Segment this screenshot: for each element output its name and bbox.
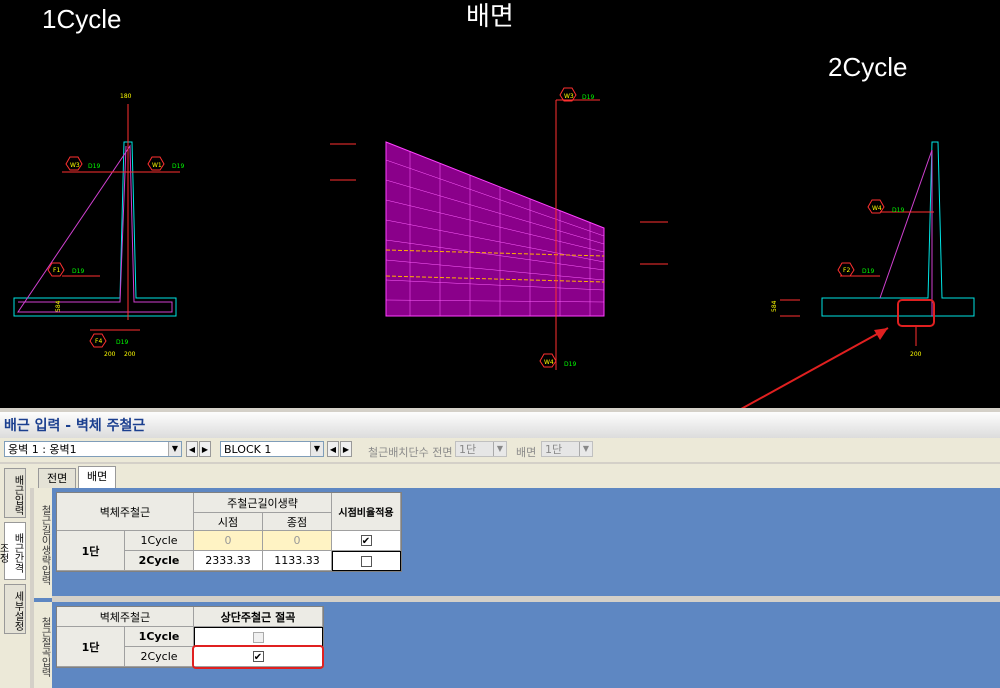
prev-wall-button[interactable]: ◀: [186, 441, 198, 457]
back-count-select[interactable]: 1단 ▼: [541, 441, 593, 457]
apply-checkbox-cell[interactable]: [332, 551, 401, 571]
col-main-header: 벽체주철근: [57, 607, 194, 627]
front-count-select[interactable]: 1단 ▼: [455, 441, 507, 457]
vtab-spacing[interactable]: 배근간격 조정: [0, 522, 26, 580]
svg-text:D19: D19: [862, 268, 874, 275]
divider: [52, 596, 1000, 602]
stage-label: 1단: [57, 531, 125, 571]
svg-text:F2: F2: [843, 267, 850, 274]
cad-highlight-box: [897, 299, 935, 327]
cad-viewport[interactable]: 1Cycle 배면 2Cycle 180 W3 D19 W1 D19 F1 D1…: [0, 0, 1000, 408]
checkbox[interactable]: [361, 555, 372, 567]
chevron-down-icon[interactable]: ▼: [579, 442, 592, 456]
svg-text:584: 584: [771, 300, 778, 312]
svg-text:W1: W1: [152, 162, 162, 169]
next-wall-button[interactable]: ▶: [199, 441, 211, 457]
col-main-header: 벽체주철근: [57, 493, 194, 531]
chevron-down-icon[interactable]: ▼: [493, 442, 506, 456]
next-block-button[interactable]: ▶: [340, 441, 352, 457]
chevron-down-icon[interactable]: ▼: [168, 442, 181, 456]
row-label: 2Cycle: [125, 647, 194, 667]
svg-text:W3: W3: [70, 162, 80, 169]
svg-text:D19: D19: [88, 163, 100, 170]
tab-front[interactable]: 전면: [38, 468, 77, 489]
length-omit-table: 벽체주철근 주철근길이생략 시점 종점 시점비율적용 1단 1Cycle 0 0…: [56, 492, 402, 572]
svg-text:D19: D19: [564, 361, 576, 368]
group-length-omit-label: 철근길이생략입력: [34, 488, 52, 598]
svg-text:W4: W4: [544, 359, 554, 366]
row-label: 2Cycle: [125, 551, 194, 571]
svg-text:D19: D19: [116, 339, 128, 346]
col-group-header: 주철근길이생략: [194, 493, 332, 513]
vertical-tabs: 배근입력 배근간격 조정 세부설정: [0, 464, 30, 688]
panel-title-bar: 배근 입력 - 벽체 주철근: [0, 412, 1000, 439]
svg-text:W3: W3: [564, 93, 574, 100]
svg-text:W4: W4: [872, 205, 882, 212]
apply-checkbox-cell[interactable]: ✔: [332, 531, 401, 551]
svg-text:D19: D19: [892, 207, 904, 214]
svg-text:200: 200: [910, 351, 922, 358]
bend-checkbox-cell[interactable]: [194, 627, 323, 647]
back-count-label: 배면: [516, 446, 537, 459]
block-select[interactable]: BLOCK 1 ▼: [220, 441, 324, 457]
end-input[interactable]: 1133.33: [263, 551, 332, 571]
back-face-mesh: [330, 87, 668, 370]
svg-text:584: 584: [55, 300, 62, 312]
svg-text:F4: F4: [95, 338, 102, 345]
panel-title: 배근 입력 - 벽체 주철근: [4, 418, 146, 434]
wall-section-1cycle: [13, 104, 180, 331]
stage-label: 1단: [57, 627, 125, 667]
annotation-arrow: [740, 327, 889, 408]
col-end-header: 종점: [263, 513, 332, 531]
col-bend-header: 상단주철근 절곡: [194, 607, 323, 627]
svg-text:D19: D19: [172, 163, 184, 170]
start-input[interactable]: 2333.33: [194, 551, 263, 571]
start-input[interactable]: 0: [194, 531, 263, 551]
svg-text:D19: D19: [72, 268, 84, 275]
rebar-count-label: 철근배치단수 전면: [368, 446, 453, 459]
highlight-box: [192, 645, 324, 669]
prev-block-button[interactable]: ◀: [327, 441, 339, 457]
chevron-down-icon[interactable]: ▼: [310, 442, 323, 456]
horizontal-tabs: 전면 배면: [30, 464, 1000, 489]
rebar-input-panel: 배근 입력 - 벽체 주철근 옹벽 1 : 옹벽1 ▼ ◀ ▶ BLOCK 1 …: [0, 408, 1000, 688]
tab-back[interactable]: 배면: [78, 466, 117, 489]
vtab-rebar-input[interactable]: 배근입력: [4, 468, 26, 518]
col-start-header: 시점: [194, 513, 263, 531]
toolbar: 옹벽 1 : 옹벽1 ▼ ◀ ▶ BLOCK 1 ▼ ◀ ▶ 철근배치단수 전면…: [0, 438, 1000, 462]
svg-text:D19: D19: [582, 94, 594, 101]
tab-content: 철근길이생략입력 철근절곡입력 벽체주철근 주철근길이생략 시점 종점 시점비율…: [34, 488, 1000, 688]
cad-drawing: 180 W3 D19 W1 D19 F1 D19 F4 D19 200 200: [13, 87, 975, 408]
end-input[interactable]: 0: [263, 531, 332, 551]
dim-top: 180: [120, 93, 132, 100]
row-label: 1Cycle: [125, 627, 194, 647]
row-label: 1Cycle: [125, 531, 194, 551]
wall-select[interactable]: 옹벽 1 : 옹벽1 ▼: [4, 441, 182, 457]
group-bend-label: 철근절곡입력: [34, 602, 52, 688]
checkbox[interactable]: ✔: [360, 535, 372, 547]
col-apply-header: 시점비율적용: [332, 493, 401, 531]
vtab-details[interactable]: 세부설정: [4, 584, 26, 634]
svg-text:200: 200: [104, 351, 116, 358]
wall-section-2cycle: [780, 141, 975, 346]
checkbox[interactable]: [253, 631, 264, 643]
svg-text:200: 200: [124, 351, 136, 358]
svg-text:F1: F1: [53, 267, 60, 274]
